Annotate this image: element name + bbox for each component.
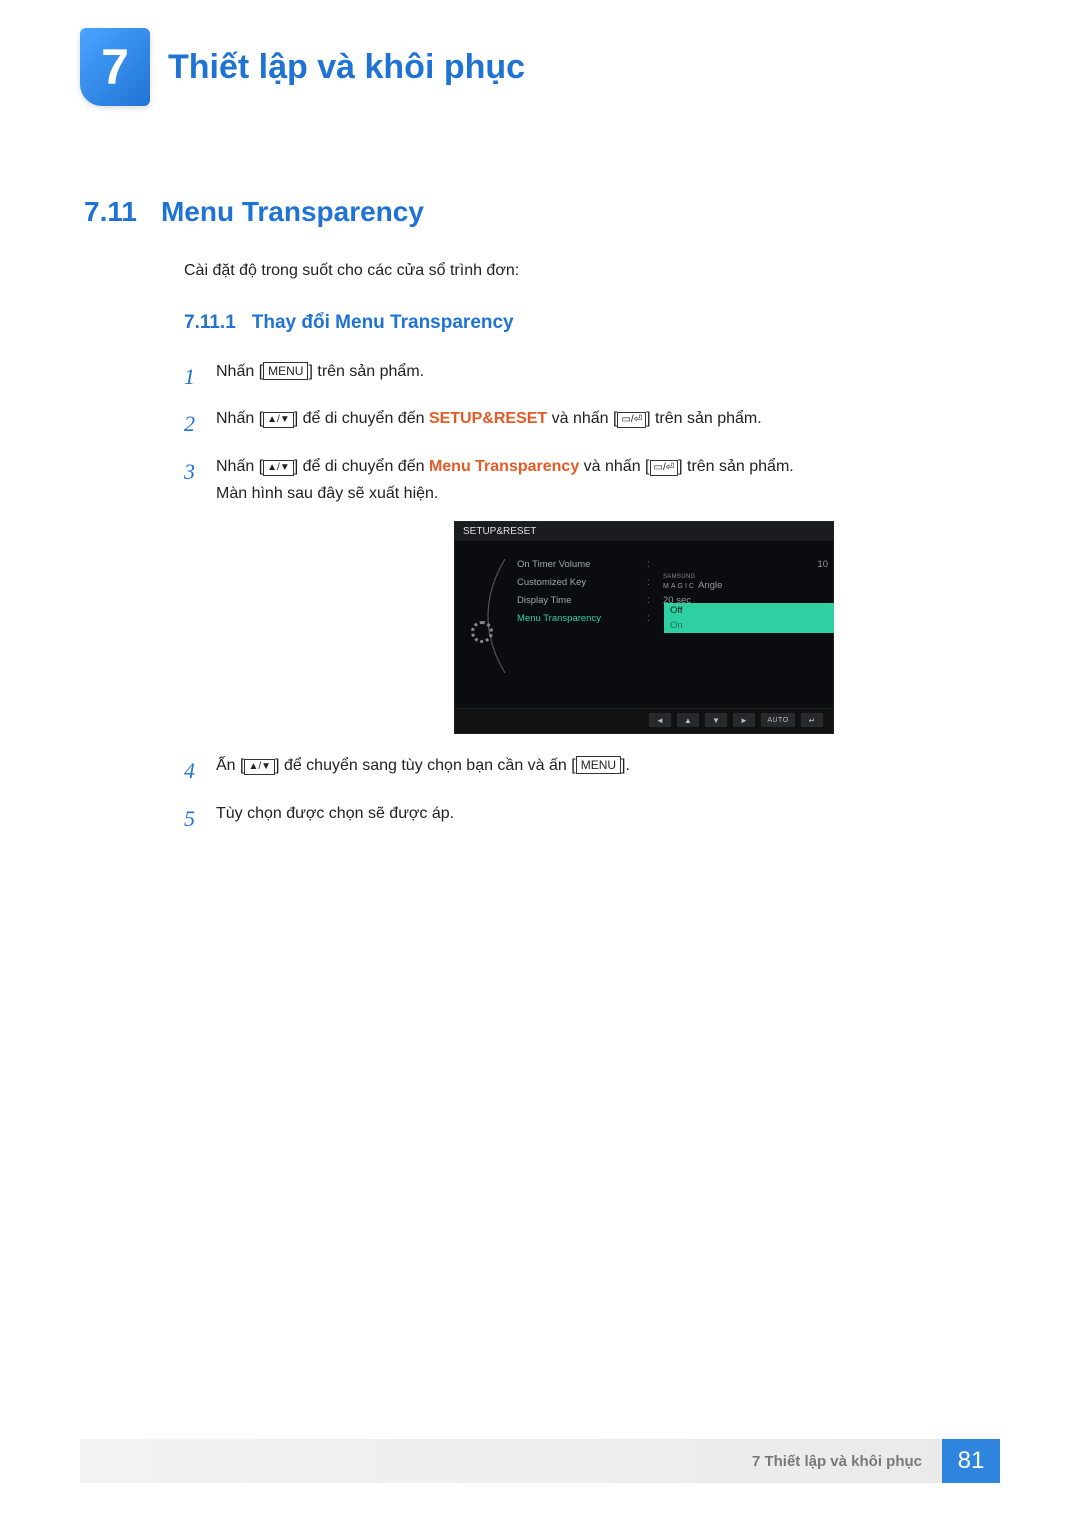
step-text: Ấn [▲/▼] để chuyển sang tùy chọn bạn cần… <box>216 752 630 789</box>
chapter-header: 7 Thiết lập và khôi phục <box>80 28 1000 106</box>
osd-up-icon: ▲ <box>677 713 699 727</box>
highlight-setup-reset: SETUP&RESET <box>429 410 547 427</box>
menu-button-icon: MENU <box>263 362 308 380</box>
source-enter-icon: ▭/⏎ <box>617 412 646 428</box>
osd-label: On Timer Volume <box>517 559 637 570</box>
highlight-menu-transparency: Menu Transparency <box>429 458 579 475</box>
step-subtext: Màn hình sau đây sẽ xuất hiện. <box>216 480 794 507</box>
intro-text: Cài đặt độ trong suốt cho các cửa sổ trì… <box>184 262 1000 280</box>
step-3: 3 Nhấn [▲/▼] để di chuyển đến Menu Trans… <box>184 453 1000 507</box>
osd-value: SAMSUNG MAGIC Angle <box>663 574 834 591</box>
osd-title: SETUP&RESET <box>455 522 833 541</box>
up-down-icon: ▲/▼ <box>244 759 275 775</box>
chapter-title: Thiết lập và khôi phục <box>168 48 525 87</box>
steps-list: 1 Nhấn [MENU] trên sản phẩm. 2 Nhấn [▲/▼… <box>184 358 1000 837</box>
step-5: 5 Tùy chọn được chọn sẽ được áp. <box>184 800 1000 837</box>
footer-page-number: 81 <box>942 1439 1000 1483</box>
osd-row: Customized Key : SAMSUNG MAGIC Angle <box>517 573 834 591</box>
step-number: 4 <box>184 752 202 789</box>
section-number: 7.11 <box>84 196 137 228</box>
osd-body: On Timer Volume : 10 Customized Key : SA… <box>455 541 833 708</box>
osd-label: Customized Key <box>517 577 637 588</box>
osd-option-off: Off <box>664 603 834 618</box>
step-4: 4 Ấn [▲/▼] để chuyển sang tùy chọn bạn c… <box>184 752 1000 789</box>
osd-left-icon: ◄ <box>649 713 671 727</box>
step-number: 5 <box>184 800 202 837</box>
step-text: Nhấn [MENU] trên sản phẩm. <box>216 358 424 395</box>
osd-auto-button: AUTO <box>761 713 795 727</box>
osd-option-on: On <box>664 618 834 633</box>
osd-button-bar: ◄ ▲ ▼ ► AUTO ↵ <box>455 708 833 733</box>
step-number: 3 <box>184 453 202 507</box>
step-2: 2 Nhấn [▲/▼] để di chuyển đến SETUP&RESE… <box>184 405 1000 442</box>
subsection-heading: 7.11.1 Thay đổi Menu Transparency <box>184 312 1000 334</box>
menu-button-icon: MENU <box>576 756 621 774</box>
up-down-icon: ▲/▼ <box>263 460 294 476</box>
subsection-title: Thay đổi Menu Transparency <box>252 312 514 334</box>
osd-row-active: Menu Transparency : Off On <box>517 609 834 627</box>
step-text: Tùy chọn được chọn sẽ được áp. <box>216 800 454 837</box>
section-title: Menu Transparency <box>161 196 424 228</box>
osd-list: On Timer Volume : 10 Customized Key : SA… <box>517 551 834 684</box>
section-heading: 7.11 Menu Transparency <box>84 196 1000 228</box>
osd-value: 10 <box>663 559 834 570</box>
osd-down-icon: ▼ <box>705 713 727 727</box>
osd-screenshot: SETUP&RESET On Timer Volume : 10 Customi… <box>454 521 834 734</box>
osd-right-icon: ► <box>733 713 755 727</box>
osd-arc-icon <box>465 551 517 684</box>
gear-icon <box>471 621 493 643</box>
subsection-number: 7.11.1 <box>184 312 236 334</box>
osd-label: Display Time <box>517 595 637 606</box>
page-footer: 7 Thiết lập và khôi phục 81 <box>80 1439 1000 1483</box>
step-number: 2 <box>184 405 202 442</box>
source-enter-icon: ▭/⏎ <box>650 460 679 476</box>
step-text: Nhấn [▲/▼] để di chuyển đến Menu Transpa… <box>216 453 794 507</box>
chapter-number-badge: 7 <box>80 28 150 106</box>
osd-label: Menu Transparency <box>517 613 637 624</box>
osd-return-icon: ↵ <box>801 713 823 727</box>
step-number: 1 <box>184 358 202 395</box>
osd-dropdown: Off On <box>664 603 834 633</box>
step-1: 1 Nhấn [MENU] trên sản phẩm. <box>184 358 1000 395</box>
up-down-icon: ▲/▼ <box>263 412 294 428</box>
step-text: Nhấn [▲/▼] để di chuyển đến SETUP&RESET … <box>216 405 762 442</box>
footer-chapter: 7 Thiết lập và khôi phục <box>752 1453 928 1470</box>
osd-row: On Timer Volume : 10 <box>517 555 834 573</box>
